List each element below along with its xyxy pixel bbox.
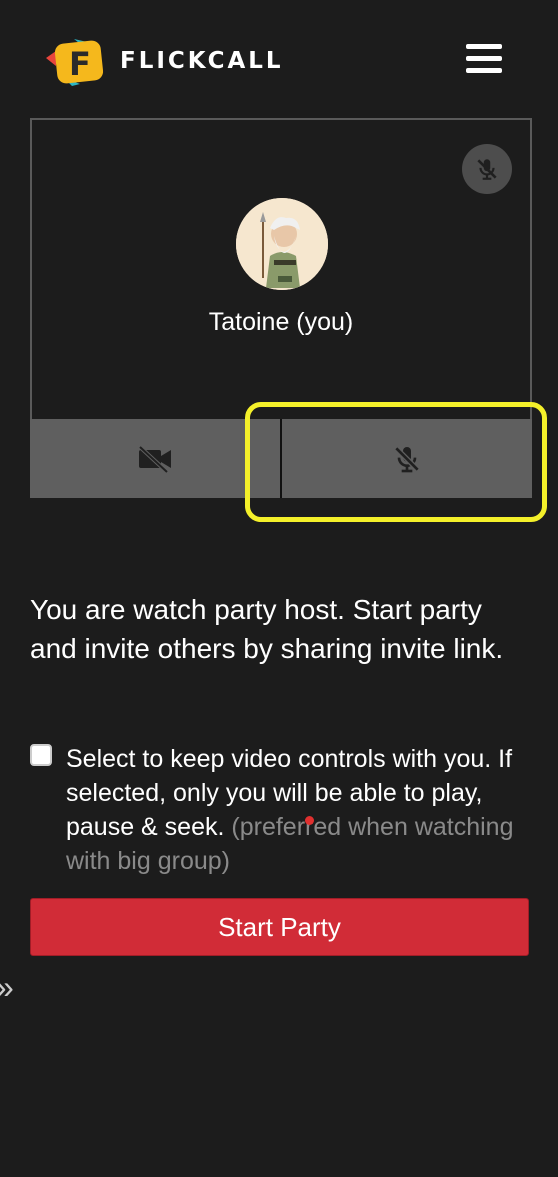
participant-name: Tatoine (you) bbox=[208, 308, 354, 336]
mic-off-icon bbox=[462, 144, 512, 194]
app-header: F FLICKCALL bbox=[0, 0, 558, 120]
toggle-camera-button[interactable] bbox=[30, 419, 280, 498]
logo-text: FLICKCALL bbox=[120, 48, 284, 74]
flickcall-logo-icon: F bbox=[46, 39, 104, 86]
start-party-button[interactable]: Start Party bbox=[30, 898, 529, 956]
self-video-tile: Tatoine (you) bbox=[30, 118, 532, 498]
host-message: You are watch party host. Start party an… bbox=[30, 594, 504, 664]
media-controls-bar bbox=[30, 419, 532, 498]
logo-letter: F bbox=[69, 45, 91, 83]
camera-off-icon bbox=[138, 445, 171, 473]
cursor-dot bbox=[305, 816, 314, 825]
hamburger-menu-icon[interactable] bbox=[466, 44, 502, 76]
keep-controls-label[interactable]: Select to keep video controls with you. … bbox=[66, 742, 530, 878]
flickcall-logo[interactable]: F FLICKCALL bbox=[44, 36, 284, 86]
double-chevron-right-icon[interactable]: » bbox=[0, 970, 22, 1004]
keep-controls-checkbox[interactable] bbox=[30, 744, 52, 766]
mic-off-icon bbox=[394, 445, 420, 472]
toggle-mic-button[interactable] bbox=[280, 419, 532, 498]
avatar bbox=[236, 198, 328, 290]
